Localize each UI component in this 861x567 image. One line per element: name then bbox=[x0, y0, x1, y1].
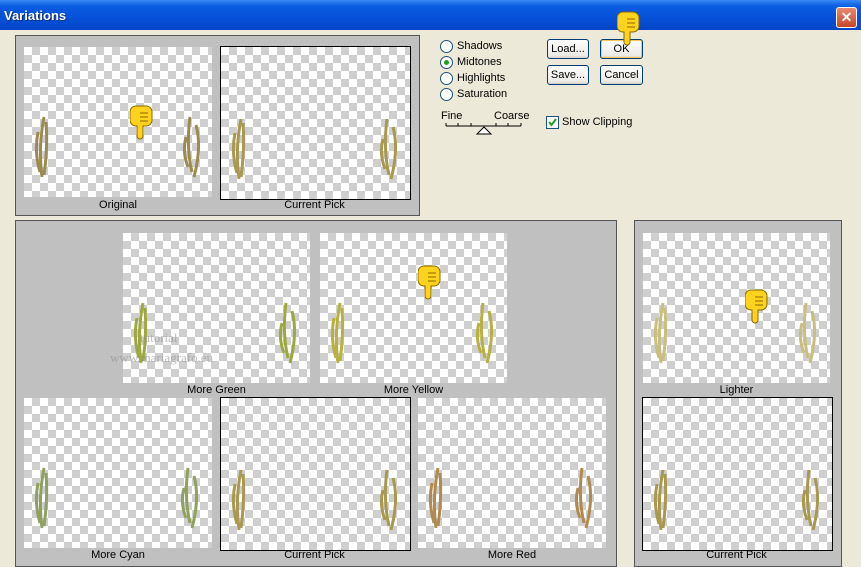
grass-preview bbox=[34, 467, 199, 529]
radio-saturation[interactable]: Saturation bbox=[440, 87, 507, 101]
save-button[interactable]: Save... bbox=[547, 65, 589, 85]
more-cyan-thumbnail[interactable] bbox=[24, 398, 212, 548]
original-thumbnail bbox=[24, 47, 212, 197]
radio-circle[interactable] bbox=[440, 87, 453, 101]
current-pick-thumbnail bbox=[220, 46, 411, 200]
grass-preview bbox=[428, 467, 593, 529]
load-button[interactable]: Load... bbox=[547, 39, 589, 59]
show-clipping-label: Show Clipping bbox=[562, 116, 633, 128]
watermark: tutorial www.mariagrafo.eu bbox=[110, 328, 213, 368]
current-pick-grid-thumbnail[interactable] bbox=[220, 397, 411, 551]
grass-preview bbox=[34, 116, 201, 178]
grass-preview bbox=[653, 469, 820, 531]
radio-highlights[interactable]: Highlights bbox=[440, 71, 505, 85]
more-green-caption: More Green bbox=[187, 384, 246, 396]
more-yellow-thumbnail[interactable] bbox=[320, 233, 507, 383]
show-clipping-checkbox[interactable] bbox=[546, 116, 559, 129]
pointing-hand-icon bbox=[130, 105, 153, 140]
radio-label: Highlights bbox=[457, 72, 506, 84]
grass-preview bbox=[653, 302, 817, 364]
radio-midtones[interactable]: Midtones bbox=[440, 55, 502, 69]
more-yellow-caption: More Yellow bbox=[383, 384, 444, 396]
more-red-caption: More Red bbox=[487, 549, 537, 561]
original-caption: Original bbox=[99, 199, 137, 211]
watermark-line-1: tutorial bbox=[140, 330, 178, 345]
close-icon: ✕ bbox=[840, 9, 853, 25]
fine-coarse-slider[interactable] bbox=[444, 120, 524, 136]
lighter-thumbnail[interactable] bbox=[643, 233, 830, 383]
check-icon bbox=[548, 118, 557, 127]
lightness-current-pick-caption: Current Pick bbox=[706, 549, 767, 561]
radio-circle[interactable] bbox=[440, 39, 453, 53]
radio-shadows[interactable]: Shadows bbox=[440, 39, 502, 53]
radio-circle[interactable] bbox=[440, 71, 453, 85]
current-pick-grid-caption: Current Pick bbox=[284, 549, 345, 561]
grass-preview bbox=[231, 118, 398, 180]
watermark-line-2: www.mariagrafo.eu bbox=[110, 350, 214, 365]
current-pick-caption: Current Pick bbox=[284, 199, 345, 211]
pointing-hand-icon bbox=[418, 265, 441, 300]
close-button[interactable]: ✕ bbox=[836, 7, 857, 28]
pointing-hand-icon bbox=[745, 289, 768, 324]
pointing-hand-icon bbox=[617, 11, 640, 46]
title-bar: Variations ✕ bbox=[0, 0, 861, 30]
grass-preview bbox=[231, 469, 398, 531]
window-title: Variations bbox=[4, 8, 67, 23]
cancel-button[interactable]: Cancel bbox=[600, 65, 643, 85]
radio-label: Midtones bbox=[457, 56, 502, 68]
grass-preview bbox=[330, 302, 494, 364]
lighter-caption: Lighter bbox=[719, 384, 754, 396]
more-cyan-caption: More Cyan bbox=[91, 549, 145, 561]
radio-circle[interactable] bbox=[440, 55, 453, 69]
more-red-thumbnail[interactable] bbox=[418, 398, 606, 548]
radio-label: Shadows bbox=[457, 40, 503, 52]
slider-thumb[interactable] bbox=[475, 126, 493, 135]
radio-label: Saturation bbox=[457, 88, 508, 100]
lightness-current-pick-thumbnail[interactable] bbox=[642, 397, 833, 551]
